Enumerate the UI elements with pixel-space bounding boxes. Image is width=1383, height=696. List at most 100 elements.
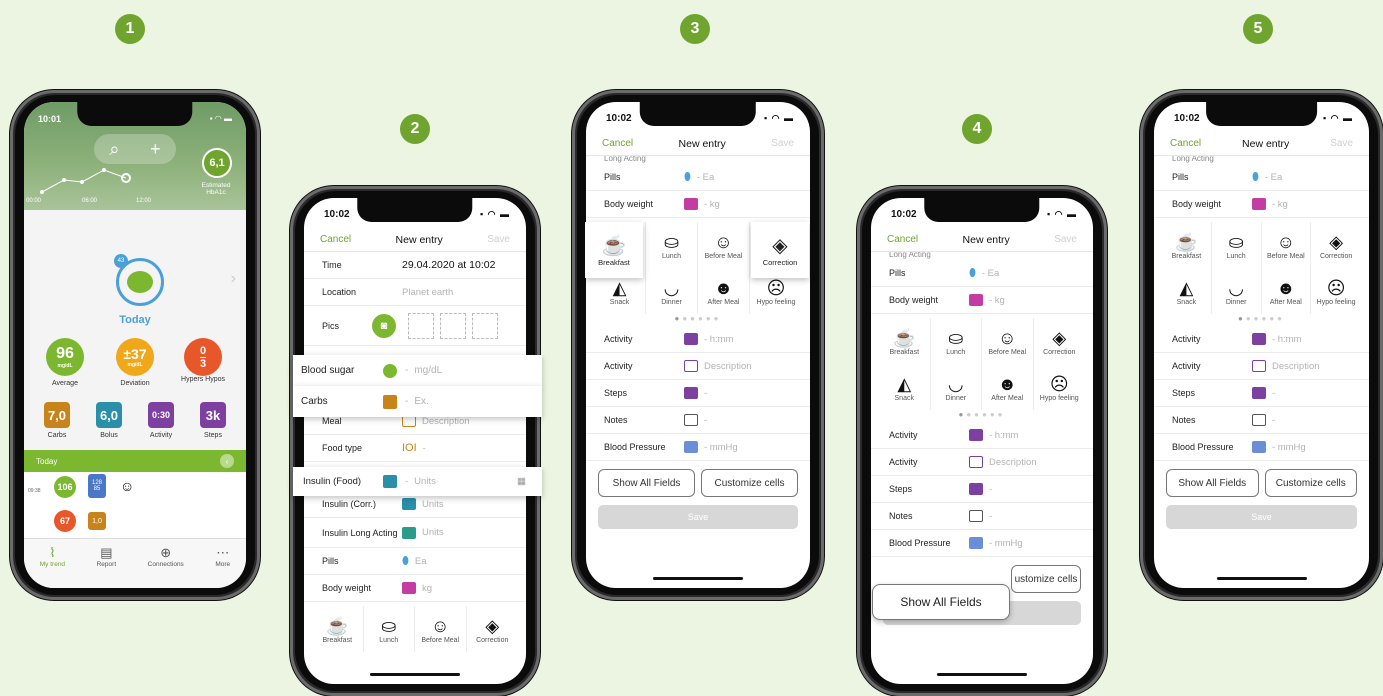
page-title: New entry [678, 137, 726, 150]
customize-cells-button[interactable]: ustomize cells [1011, 565, 1081, 593]
tab-my-trend[interactable]: ⌇ My trend [40, 545, 65, 588]
save-link[interactable]: Save [1054, 234, 1077, 245]
location-row[interactable]: Location Planet earth [304, 279, 526, 306]
activity-tile[interactable]: 0:30 [148, 402, 174, 428]
tag-before-meal[interactable]: ☺ Before Meal [698, 222, 750, 268]
blood-pressure-row[interactable]: Blood Pressure - mmHg [871, 530, 1093, 557]
save-link[interactable]: Save [771, 138, 794, 149]
body-weight-row[interactable]: Body weight - kg [1154, 191, 1369, 218]
show-all-fields-button[interactable]: Show All Fields [598, 469, 695, 497]
body-weight-row[interactable]: Body weight - kg [586, 191, 810, 218]
tag-breakfast-highlight[interactable]: ☕ Breakfast [585, 222, 643, 278]
carbs-log[interactable]: 1,0 [88, 512, 106, 530]
notes-row[interactable]: Notes - [586, 407, 810, 434]
tag-correction[interactable]: ◈Correction [1311, 222, 1361, 268]
customize-cells-button[interactable]: Customize cells [1264, 469, 1357, 497]
insulin-long-row[interactable]: Insulin Long Acting Units [304, 518, 526, 548]
time-row[interactable]: Time 29.04.2020 at 10:02 [304, 252, 526, 279]
activity-description-row[interactable]: Activity Description [871, 449, 1093, 476]
customize-cells-button[interactable]: Customize cells [701, 469, 798, 497]
tag-snack[interactable]: ◭ Snack [879, 364, 931, 410]
tag-dinner[interactable]: ◡ Dinner [646, 268, 698, 314]
blood-pressure-row[interactable]: Blood Pressure - mmHg [1154, 434, 1369, 461]
save-link[interactable]: Save [1330, 138, 1353, 149]
photo-slot[interactable] [440, 312, 466, 339]
show-all-fields-button[interactable]: Show All Fields [1166, 469, 1259, 497]
tag-correction[interactable]: ◈Correction [467, 606, 519, 652]
save-link[interactable]: Save [487, 234, 510, 245]
cancel-button[interactable]: Cancel [320, 234, 351, 245]
body-weight-row[interactable]: Body weight - kg [871, 287, 1093, 314]
hba1c-circle[interactable]: 6,1 [202, 148, 232, 178]
blood-pressure-row[interactable]: Blood Pressure - mmHg [586, 434, 810, 461]
tag-hypo-feeling[interactable]: ☹ Hypo feeling [1034, 364, 1086, 410]
tag-hypo-feeling[interactable]: ☹ Hypo feeling [1311, 268, 1361, 314]
chevron-left-icon[interactable]: ‹ [220, 454, 234, 468]
pills-row[interactable]: Pills ⬮ - Ea [871, 260, 1093, 287]
tag-lunch[interactable]: ⛀ Lunch [931, 318, 982, 364]
body-weight-row[interactable]: Body weight kg [304, 575, 526, 602]
tab-bar: ⌇ My trend ▤ Report ⊕ Connections ⋯ More [24, 538, 246, 588]
tag-lunch[interactable]: ⛀ Lunch [1212, 222, 1262, 268]
steps-row[interactable]: Steps - [1154, 380, 1369, 407]
activity-row[interactable]: Activity - h:mm [1154, 326, 1369, 353]
tag-breakfast[interactable]: ☕Breakfast [879, 318, 931, 364]
insulin-log[interactable]: 128 85 [88, 474, 106, 498]
save-button[interactable]: Save [1166, 505, 1357, 529]
tag-lunch[interactable]: ⛀ Lunch [364, 606, 415, 652]
tab-report[interactable]: ▤ Report [97, 545, 117, 588]
cancel-button[interactable]: Cancel [602, 138, 633, 149]
chevron-right-icon[interactable]: › [231, 270, 236, 288]
hba1c-label: Estimated HbA1c [201, 182, 231, 196]
calculator-icon[interactable]: ▦ [517, 476, 526, 487]
tag-lunch[interactable]: ⛀ Lunch [646, 222, 698, 268]
photo-slot[interactable] [472, 312, 498, 339]
steps-row[interactable]: Steps - [871, 476, 1093, 503]
photo-slot[interactable] [408, 312, 434, 339]
show-all-fields-highlight[interactable]: Show All Fields [872, 584, 1010, 620]
bolus-tile[interactable]: 6,0 [96, 402, 122, 428]
tab-more[interactable]: ⋯ More [215, 545, 230, 588]
carbs-row[interactable]: Carbs - Ex. [293, 386, 542, 417]
cancel-button[interactable]: Cancel [1170, 138, 1201, 149]
insulin-food-row[interactable]: Insulin (Food) - Units ▦ [293, 467, 542, 496]
save-button[interactable]: Save [598, 505, 798, 529]
notes-row[interactable]: Notes - [1154, 407, 1369, 434]
tag-snack[interactable]: ◭ Snack [1162, 268, 1212, 314]
activity-description-row[interactable]: Activity Description [586, 353, 810, 380]
pills-row[interactable]: Pills ⬮ - Ea [586, 164, 810, 191]
camera-icon[interactable]: ◙ [372, 313, 396, 338]
cancel-button[interactable]: Cancel [887, 234, 918, 245]
tag-after-meal[interactable]: ☻ After Meal [698, 268, 750, 314]
activity-description-row[interactable]: Activity Description [1154, 353, 1369, 380]
tab-connections[interactable]: ⊕ Connections [148, 545, 184, 588]
glucose-log-106[interactable]: 106 [54, 476, 76, 498]
carbs-tile[interactable]: 7,0 [44, 402, 70, 428]
activity-row[interactable]: Activity - h:mm [586, 326, 810, 353]
hypers-hypos-kpi[interactable]: 0 3 [184, 338, 222, 376]
tag-after-meal[interactable]: ☻ After Meal [1262, 268, 1312, 314]
tag-before-meal[interactable]: ☺ Before Meal [1262, 222, 1312, 268]
average-kpi[interactable]: 96 mg/dL [46, 338, 84, 376]
timeline-header[interactable]: Today ‹ [24, 450, 246, 472]
hba1c-value: 6,1 [209, 157, 225, 169]
tag-correction[interactable]: ◈Correction [1034, 318, 1086, 364]
tag-correction-highlight[interactable]: ◈ Correction [751, 222, 809, 278]
steps-tile[interactable]: 3k [200, 402, 226, 428]
tag-dinner[interactable]: ◡ Dinner [1212, 268, 1262, 314]
deviation-kpi[interactable]: ±37 mg/dL [116, 338, 154, 376]
glucose-log-67[interactable]: 67 [54, 510, 76, 532]
tag-before-meal[interactable]: ☺ Before Meal [982, 318, 1034, 364]
tag-breakfast[interactable]: ☕Breakfast [312, 606, 364, 652]
steps-row[interactable]: Steps - [586, 380, 810, 407]
pills-row[interactable]: Pills ⬮ Ea [304, 548, 526, 575]
notes-row[interactable]: Notes - [871, 503, 1093, 530]
pills-row[interactable]: Pills ⬮ - Ea [1154, 164, 1369, 191]
tag-dinner[interactable]: ◡ Dinner [931, 364, 982, 410]
tag-before-meal[interactable]: ☺ Before Meal [415, 606, 467, 652]
tag-breakfast[interactable]: ☕Breakfast [1162, 222, 1212, 268]
activity-row[interactable]: Activity - h:mm [871, 422, 1093, 449]
food-type-row[interactable]: Food type ΙΟΙ - [304, 435, 526, 462]
tag-after-meal[interactable]: ☻ After Meal [982, 364, 1034, 410]
blood-sugar-row[interactable]: Blood sugar - mg/dL [293, 355, 542, 386]
